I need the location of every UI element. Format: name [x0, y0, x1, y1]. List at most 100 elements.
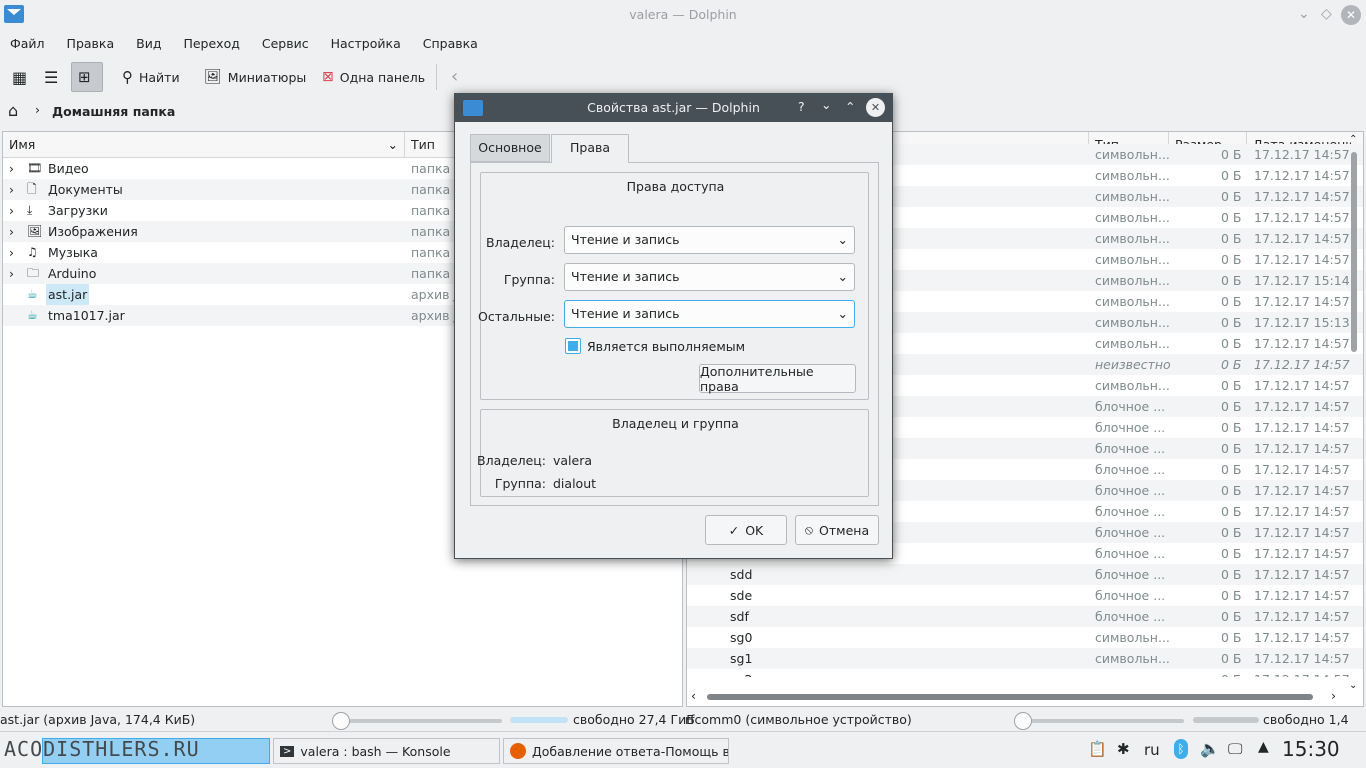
close-icon[interactable]: ✕	[866, 98, 885, 117]
menu-settings[interactable]: Настройка	[331, 36, 401, 51]
scroll-down-icon[interactable]: ⌄	[1349, 680, 1357, 691]
zoom-slider-right[interactable]	[1014, 712, 1184, 730]
icons-view-button[interactable]: ▦	[6, 62, 33, 92]
compact-view-button[interactable]: ☰	[38, 62, 64, 92]
owner-permission-select[interactable]: Чтение и запись ⌄	[564, 226, 855, 254]
list-item[interactable]: sg1 символьн... 0 Б 17.12.17 14:57	[687, 648, 1363, 669]
thumbnails-button[interactable]: 🖼 Миниатюры	[198, 62, 312, 92]
expand-icon[interactable]: ›	[9, 179, 14, 200]
menu-go[interactable]: Переход	[183, 36, 239, 51]
file-size: 0 Б	[1221, 273, 1242, 288]
file-size: 0 Б	[1221, 378, 1242, 393]
grid-icon: ▦	[12, 67, 28, 87]
file-type: символьн...	[1095, 231, 1170, 246]
group-name-value: dialout	[553, 476, 597, 491]
maximize-icon[interactable]: ⌃	[845, 99, 855, 114]
list-item[interactable]: sg0 символьн... 0 Б 17.12.17 14:57	[687, 627, 1363, 648]
file-date: 17.12.17 14:57	[1254, 546, 1350, 561]
firefox-icon	[510, 743, 526, 759]
expand-icon[interactable]: ›	[9, 221, 14, 242]
scrollbar-thumb[interactable]	[1351, 152, 1357, 352]
menu-help[interactable]: Справка	[423, 36, 478, 51]
bluetooth-icon[interactable]: ᛒ	[1174, 739, 1188, 759]
details-view-button[interactable]: ⊞	[71, 62, 103, 92]
task-firefox[interactable]: Добавление ответа-Помощь в ус	[503, 738, 729, 764]
file-type: символьн...	[1095, 294, 1170, 309]
file-type: неизвестно	[1095, 357, 1171, 372]
menu-view[interactable]: Вид	[136, 36, 161, 51]
list-item[interactable]: sdd блочное ... 0 Б 17.12.17 14:57	[687, 564, 1363, 585]
close-icon[interactable]: ✕	[1341, 5, 1361, 25]
zoom-slider-left[interactable]	[332, 712, 502, 730]
file-size: 0 Б	[1221, 357, 1242, 372]
menu-bar: Файл Правка Вид Переход Сервис Настройка Справ…	[0, 30, 1366, 58]
access-rights-group: Права доступа Владелец: Чтение и запись ⌄…	[478, 172, 869, 400]
expand-icon[interactable]: ›	[9, 158, 14, 179]
task-konsole[interactable]: > valera : bash — Konsole	[273, 738, 500, 764]
list-item[interactable]: sg2 символьн... 0 Б 17.12.17 14:57	[687, 669, 1363, 677]
find-button[interactable]: ⚲ Найти	[116, 62, 186, 92]
cancel-button[interactable]: ⦸ Отмена	[795, 515, 879, 545]
file-size: 0 Б	[1221, 651, 1242, 666]
clock[interactable]: 15:30	[1282, 737, 1340, 761]
hscroll-thumb[interactable]	[707, 694, 1313, 700]
tab-general[interactable]: Основное	[470, 134, 550, 162]
file-name: Загрузки	[48, 203, 108, 218]
list-item[interactable]: sde блочное ... 0 Б 17.12.17 14:57	[687, 585, 1363, 606]
file-name: tma1017.jar	[48, 308, 125, 323]
others-permission-select[interactable]: Чтение и запись ⌄	[564, 300, 855, 328]
file-type: символьн...	[1095, 630, 1170, 645]
display-icon[interactable]: 🖵	[1228, 740, 1242, 758]
menu-tools[interactable]: Сервис	[262, 36, 309, 51]
keyboard-layout[interactable]: ru	[1144, 741, 1160, 759]
group-permission-select[interactable]: Чтение и запись ⌄	[564, 263, 855, 291]
ok-button[interactable]: ✓ OK	[705, 515, 787, 545]
expand-icon[interactable]: ›	[9, 200, 14, 221]
maximize-icon[interactable]: ◇	[1321, 6, 1332, 22]
tab-permissions[interactable]: Права	[551, 134, 629, 163]
single-panel-button[interactable]: ⊠ Одна панель	[316, 62, 431, 92]
file-date: 17.12.17 15:14	[1254, 273, 1350, 288]
advanced-permissions-button[interactable]: Дополнительные права	[699, 364, 856, 394]
volume-icon[interactable]: 🔈	[1200, 739, 1220, 758]
details-icon: ⊞	[78, 68, 91, 86]
group-name-label: Группа:	[494, 476, 546, 491]
file-type: символьн...	[1095, 147, 1170, 162]
file-date: 17.12.17 14:57	[1254, 231, 1350, 246]
list-item[interactable]: sdf блочное ... 0 Б 17.12.17 14:57	[687, 606, 1363, 627]
executable-label[interactable]: Является выполняемым	[587, 339, 745, 354]
breadcrumb-home[interactable]: Домашняя папка	[52, 104, 175, 119]
back-icon[interactable]: ‹	[451, 66, 458, 87]
minimize-icon[interactable]: ⌄	[821, 97, 831, 112]
menu-edit[interactable]: Правка	[67, 36, 115, 51]
file-size: 0 Б	[1221, 567, 1242, 582]
clipboard-icon[interactable]: 📋	[1088, 740, 1107, 758]
file-date: 17.12.17 14:57	[1254, 420, 1350, 435]
network-icon[interactable]: ✱	[1117, 740, 1130, 758]
expand-icon[interactable]: ›	[9, 263, 14, 284]
vertical-scrollbar[interactable]: ⌃ ⌄	[1349, 134, 1359, 691]
file-type: символьн...	[1095, 273, 1170, 288]
list-icon: ☰	[44, 67, 59, 87]
column-name[interactable]: Имя ⌄	[3, 131, 405, 158]
menu-file[interactable]: Файл	[10, 36, 45, 51]
file-size: 0 Б	[1221, 315, 1242, 330]
minimize-icon[interactable]: ⌄	[1298, 6, 1310, 22]
scroll-up-icon[interactable]: ⌃	[1349, 134, 1357, 145]
executable-checkbox[interactable]	[565, 338, 581, 354]
file-type: блочное ...	[1095, 420, 1166, 435]
file-size: 0 Б	[1221, 462, 1242, 477]
horizontal-scrollbar[interactable]: ‹ ›	[691, 688, 1341, 703]
help-icon[interactable]: ?	[798, 99, 805, 114]
expand-icon[interactable]: ›	[9, 242, 14, 263]
file-type: папка	[411, 266, 451, 281]
home-icon[interactable]: ⌂	[8, 101, 18, 120]
scroll-right-icon[interactable]: ›	[1331, 688, 1336, 703]
group-label: Группа:	[503, 272, 555, 287]
expand-tray-icon[interactable]: ▲	[1258, 739, 1269, 755]
file-type: папка	[411, 203, 451, 218]
file-name: sg2	[730, 669, 752, 677]
file-date: 17.12.17 14:57	[1254, 651, 1350, 666]
file-size: 0 Б	[1221, 147, 1242, 162]
scroll-left-icon[interactable]: ‹	[691, 688, 696, 703]
